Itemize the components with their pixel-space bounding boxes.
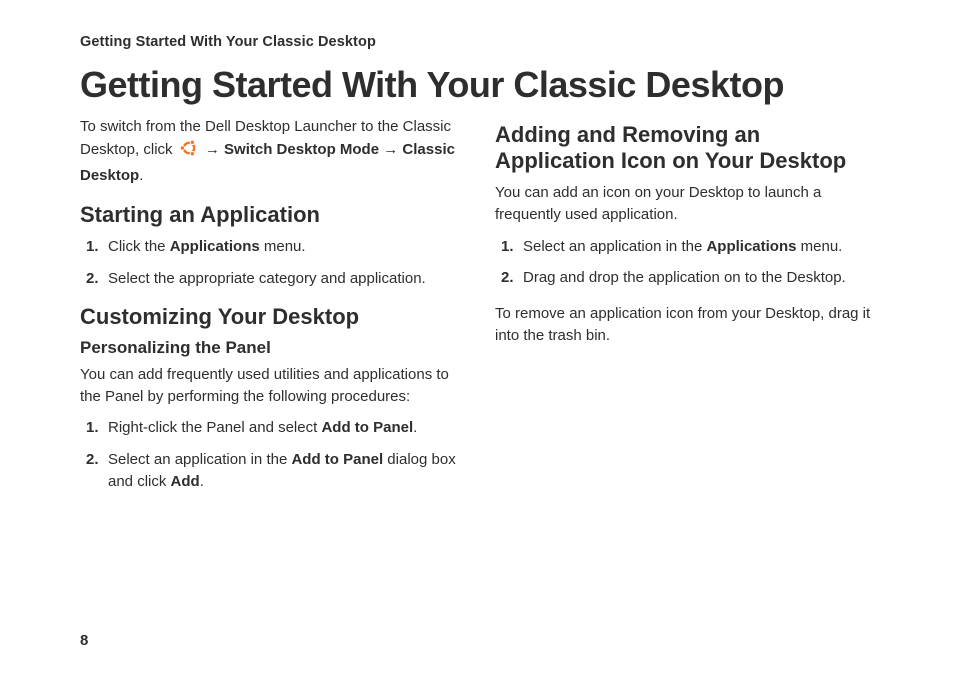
step-text: Select an application in the <box>108 451 291 468</box>
intro-arrow-2: → <box>383 141 402 158</box>
adding-removing-steps: Select an application in the Application… <box>501 236 874 290</box>
intro-paragraph: To switch from the Dell Desktop Launcher… <box>80 116 459 186</box>
step-bold: Add to Panel <box>321 419 413 436</box>
step-text: Select the appropriate category and appl… <box>108 270 426 287</box>
section-adding-removing-icon: Adding and Removing an Application Icon … <box>495 122 874 174</box>
step-text: Click the <box>108 238 170 255</box>
list-item: Select the appropriate category and appl… <box>86 268 459 290</box>
ubuntu-logo-icon <box>179 138 199 165</box>
step-bold: Add to Panel <box>291 451 383 468</box>
starting-application-steps: Click the Applications menu. Select the … <box>86 236 459 290</box>
step-text: Drag and drop the application on to the … <box>523 269 846 286</box>
adding-removing-tail: To remove an application icon from your … <box>495 303 874 347</box>
section-starting-application: Starting an Application <box>80 202 459 228</box>
step-bold: Applications <box>170 238 260 255</box>
intro-bold-1: Switch Desktop Mode <box>224 141 379 158</box>
subsection-personalizing-panel: Personalizing the Panel <box>80 338 459 358</box>
page-number: 8 <box>80 632 88 649</box>
intro-arrow-1: → <box>205 141 224 158</box>
running-header: Getting Started With Your Classic Deskto… <box>80 34 874 50</box>
list-item: Select an application in the Add to Pane… <box>86 449 459 493</box>
right-column: Adding and Removing an Application Icon … <box>495 116 874 507</box>
step-text: . <box>200 473 204 490</box>
list-item: Select an application in the Application… <box>501 236 874 258</box>
step-bold: Add <box>171 473 200 490</box>
content-columns: To switch from the Dell Desktop Launcher… <box>80 116 874 507</box>
list-item: Click the Applications menu. <box>86 236 459 258</box>
personalizing-steps: Right-click the Panel and select Add to … <box>86 417 459 492</box>
step-text: Right-click the Panel and select <box>108 419 321 436</box>
step-text: Select an application in the <box>523 238 706 255</box>
intro-period: . <box>139 167 143 184</box>
personalizing-body: You can add frequently used utilities an… <box>80 364 459 408</box>
step-text: . <box>413 419 417 436</box>
list-item: Drag and drop the application on to the … <box>501 267 874 289</box>
section-customizing-desktop: Customizing Your Desktop <box>80 304 459 330</box>
step-text: menu. <box>796 238 842 255</box>
adding-removing-body: You can add an icon on your Desktop to l… <box>495 182 874 226</box>
left-column: To switch from the Dell Desktop Launcher… <box>80 116 459 507</box>
list-item: Right-click the Panel and select Add to … <box>86 417 459 439</box>
page-title: Getting Started With Your Classic Deskto… <box>80 64 874 106</box>
step-bold: Applications <box>706 238 796 255</box>
step-text: menu. <box>260 238 306 255</box>
